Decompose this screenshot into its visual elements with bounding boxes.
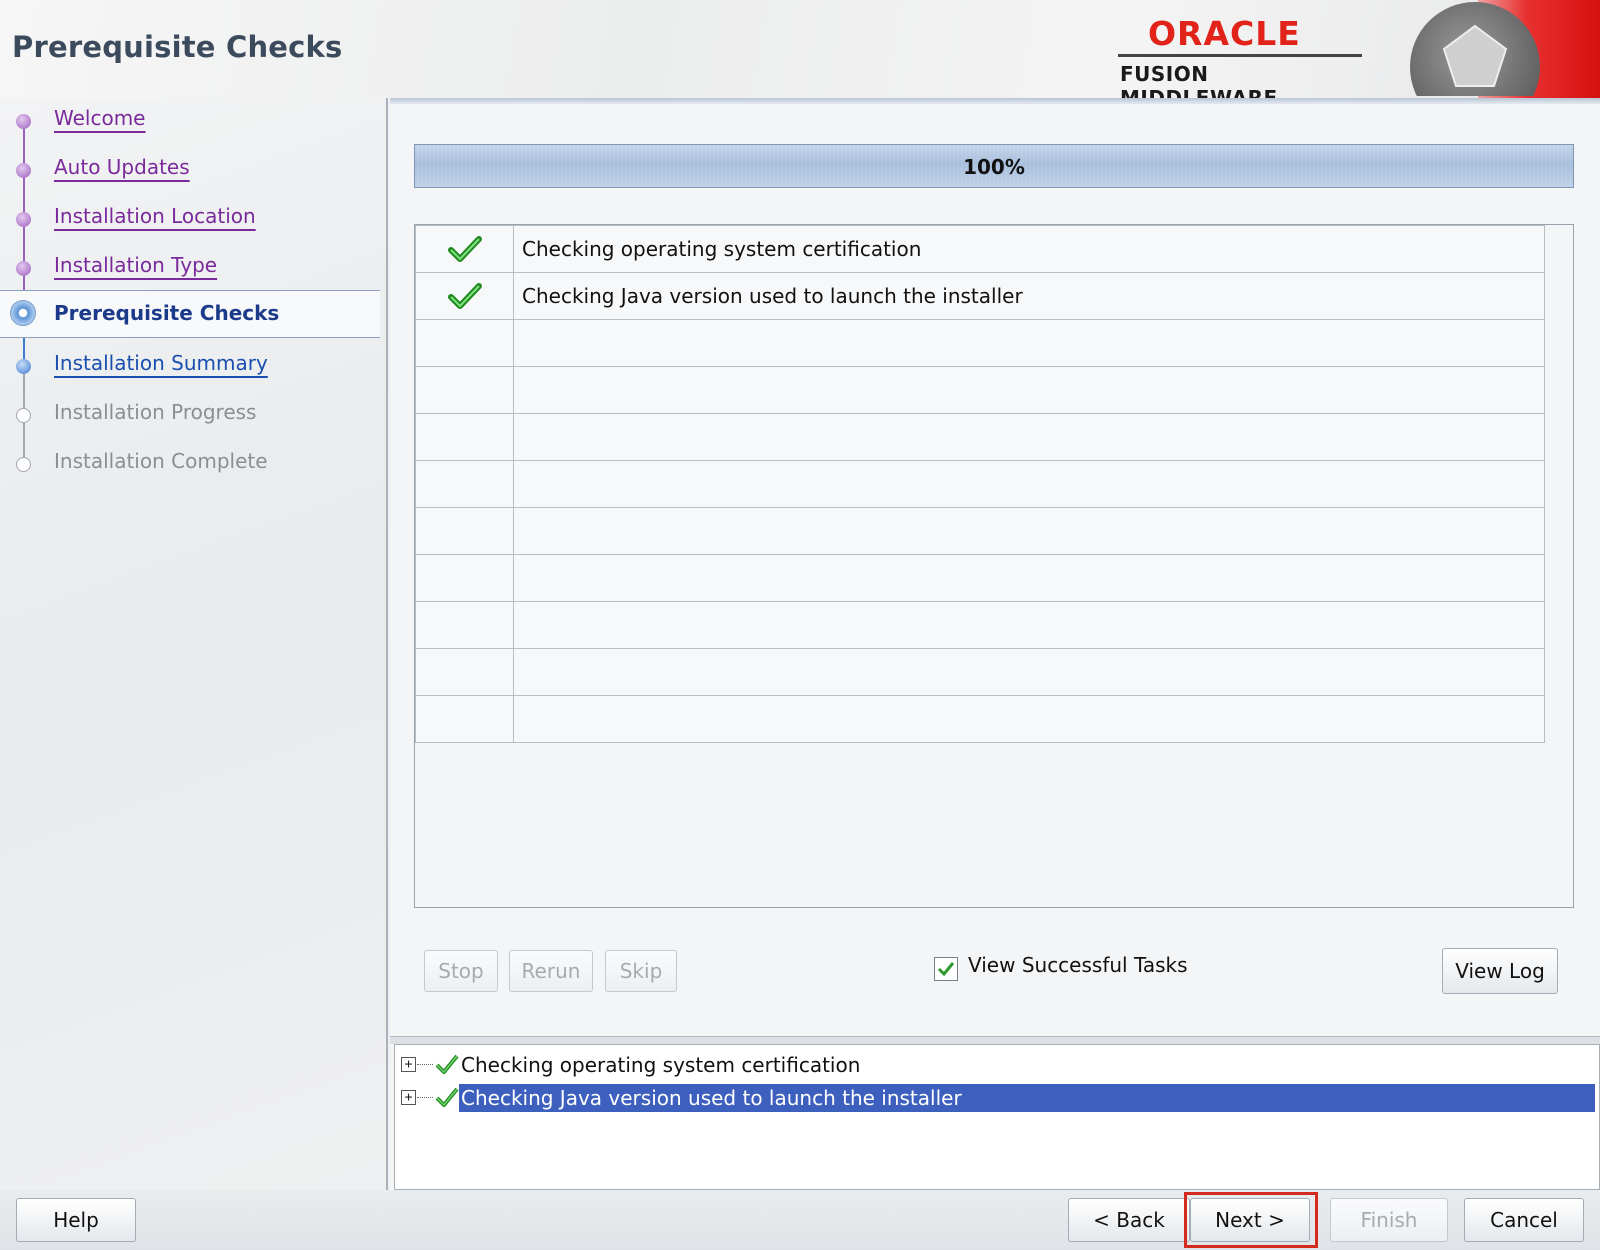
logo-divider (1118, 54, 1362, 57)
oracle-logo: ORACLE FUSION MIDDLEWARE (1118, 14, 1366, 110)
task-row[interactable] (415, 413, 1545, 461)
task-row[interactable] (415, 366, 1545, 414)
panel-splitter[interactable] (390, 1036, 1600, 1044)
task-row[interactable] (415, 695, 1545, 743)
step-current-icon (10, 300, 36, 326)
tree-connector (417, 1064, 433, 1065)
nav-step-label: Installation Location (54, 204, 256, 228)
wizard-footer: Help < Back Next > Finish Cancel (0, 1190, 1600, 1250)
task-status-cell (415, 695, 514, 743)
task-description-cell (513, 460, 1545, 508)
task-status-cell (415, 460, 514, 508)
check-icon (416, 282, 513, 310)
view-successful-tasks-label: View Successful Tasks (968, 953, 1188, 977)
task-description-cell (513, 413, 1545, 461)
step-done-icon (16, 261, 31, 276)
content-top-band (390, 98, 1600, 104)
cancel-button[interactable]: Cancel (1464, 1198, 1584, 1242)
header: Prerequisite Checks ORACLE FUSION MIDDLE… (0, 0, 1600, 110)
rerun-button[interactable]: Rerun (509, 950, 593, 992)
step-done-icon (16, 212, 31, 227)
nav-step-installation-type[interactable]: Installation Type (0, 245, 380, 289)
task-row[interactable] (415, 648, 1545, 696)
task-row[interactable] (415, 601, 1545, 649)
nav-step-label: Auto Updates (54, 155, 190, 179)
page-title: Prerequisite Checks (12, 30, 343, 64)
help-button[interactable]: Help (16, 1198, 136, 1242)
task-status-cell (415, 554, 514, 602)
task-table: Checking operating system certification C… (415, 225, 1545, 743)
nav-step-installation-location[interactable]: Installation Location (0, 196, 380, 240)
nav-step-label: Installation Progress (54, 400, 257, 424)
tree-row-selected[interactable]: + Checking Java version used to launch t… (395, 1082, 1600, 1114)
tree-row-label: Checking Java version used to launch the… (459, 1084, 1595, 1112)
nav-step-installation-complete: Installation Complete (0, 441, 380, 485)
fusion-badge-icon (1380, 0, 1540, 96)
task-description-cell (513, 601, 1545, 649)
task-status-cell (415, 507, 514, 555)
task-description-cell: Checking operating system certification (513, 225, 1545, 273)
tree-row[interactable]: + Checking operating system certificatio… (395, 1049, 1600, 1081)
task-description-cell: Checking Java version used to launch the… (513, 272, 1545, 320)
task-row[interactable] (415, 460, 1545, 508)
skip-button[interactable]: Skip (605, 950, 677, 992)
wizard-steps-nav: Welcome Auto Updates Installation Locati… (0, 98, 388, 1190)
task-status-cell (415, 413, 514, 461)
oracle-wordmark: ORACLE (1148, 14, 1301, 53)
step-done-icon (16, 163, 31, 178)
progress-percent: 100% (963, 155, 1025, 179)
step-pending-icon (16, 408, 31, 423)
task-description-cell (513, 695, 1545, 743)
expand-icon[interactable]: + (401, 1057, 416, 1072)
nav-step-auto-updates[interactable]: Auto Updates (0, 147, 380, 191)
task-status-cell (415, 648, 514, 696)
nav-step-label: Installation Summary (54, 351, 268, 375)
check-icon (435, 1086, 459, 1112)
expand-icon[interactable]: + (401, 1090, 416, 1105)
task-description-cell (513, 366, 1545, 414)
check-icon (416, 235, 513, 263)
task-description-cell (513, 507, 1545, 555)
nav-step-welcome[interactable]: Welcome (0, 98, 380, 142)
next-button[interactable]: Next > (1190, 1198, 1310, 1242)
step-pending-icon (16, 457, 31, 472)
task-status-cell (415, 601, 514, 649)
nav-step-installation-progress: Installation Progress (0, 392, 380, 436)
task-log-tree: + Checking operating system certificatio… (394, 1044, 1600, 1190)
nav-step-label: Installation Type (54, 253, 218, 277)
content-panel: 100% Checking operating system certifica… (390, 98, 1600, 1190)
nav-step-label: Prerequisite Checks (54, 301, 280, 325)
back-button[interactable]: < Back (1068, 1198, 1190, 1242)
view-log-button[interactable]: View Log (1442, 948, 1558, 994)
task-description-cell (513, 554, 1545, 602)
nav-step-installation-summary[interactable]: Installation Summary (0, 343, 380, 387)
nav-step-label: Welcome (54, 106, 146, 130)
finish-button[interactable]: Finish (1330, 1198, 1448, 1242)
task-status-cell (415, 225, 514, 273)
task-row[interactable] (415, 319, 1545, 367)
check-icon (435, 1053, 459, 1079)
task-row[interactable]: Checking Java version used to launch the… (415, 272, 1545, 320)
tree-row-label: Checking operating system certification (461, 1053, 861, 1077)
task-row[interactable]: Checking operating system certification (415, 225, 1545, 273)
task-status-cell (415, 319, 514, 367)
step-next-icon (16, 359, 31, 374)
checkbox-checked-icon (934, 957, 958, 981)
task-row[interactable] (415, 554, 1545, 602)
task-description-cell (513, 319, 1545, 367)
tree-connector (417, 1097, 433, 1098)
stop-button[interactable]: Stop (424, 950, 498, 992)
task-row[interactable] (415, 507, 1545, 555)
nav-step-label: Installation Complete (54, 449, 268, 473)
task-status-cell (415, 272, 514, 320)
task-status-cell (415, 366, 514, 414)
task-list-frame: Checking operating system certification C… (414, 224, 1574, 908)
progress-bar: 100% (414, 144, 1574, 188)
task-description-cell (513, 648, 1545, 696)
step-done-icon (16, 114, 31, 129)
nav-step-prerequisite-checks: Prerequisite Checks (0, 290, 380, 338)
